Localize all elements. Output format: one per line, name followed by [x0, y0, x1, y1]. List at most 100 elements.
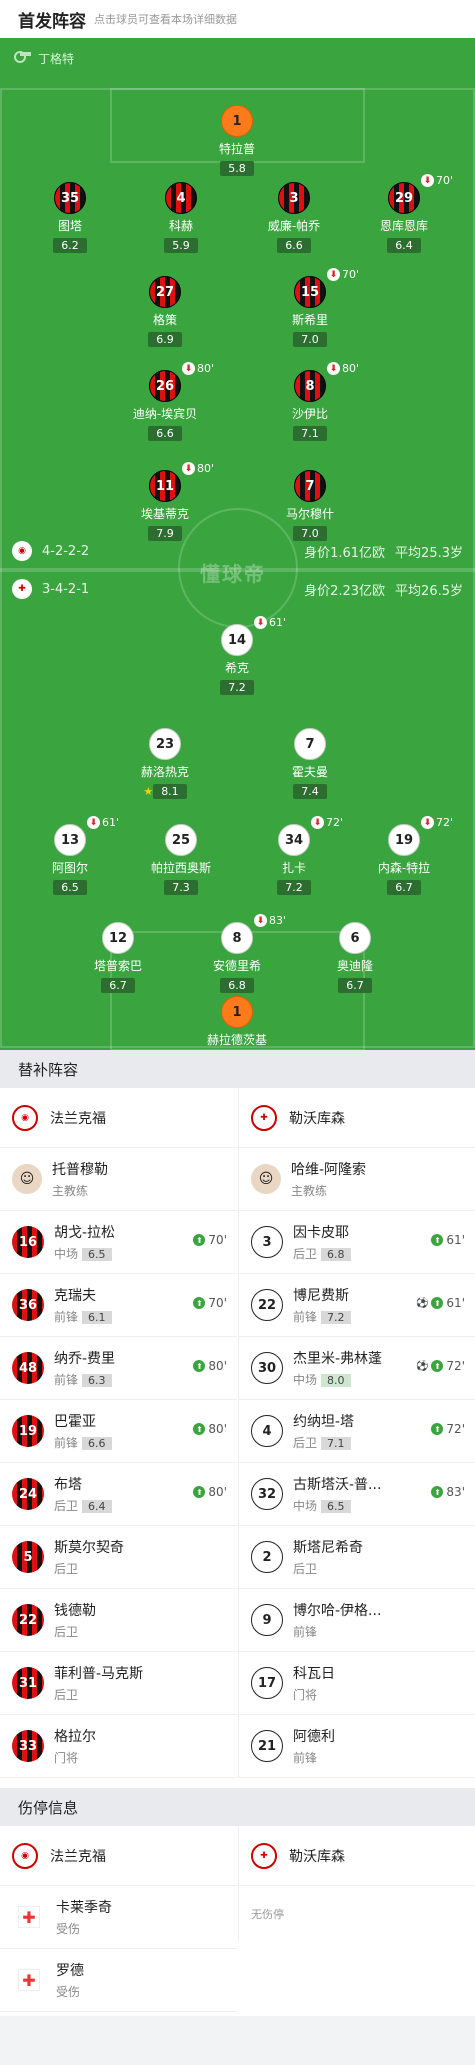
away-sub-row[interactable]: 30 杰里米-弗林蓬 中场 8.0 ⚽ ⬆ 72' [239, 1337, 475, 1400]
sub-on-indicator: ⬆ 61' [431, 1233, 465, 1247]
sub-time: 83' [269, 914, 287, 927]
coach-avatar: ☺ [251, 1164, 281, 1194]
sub-time: 70' [342, 268, 360, 281]
sub-off-indicator: ⬇ 80' [327, 362, 359, 375]
home-sub-row[interactable]: 16 胡戈-拉松 中场 6.5 ⬆ 70' [0, 1211, 237, 1274]
sub-off-indicator: ⬇ 61' [87, 816, 119, 829]
sub-arrow-icon: ⬇ [254, 914, 267, 927]
home-player[interactable]: 27 格策 6.9 [110, 276, 220, 347]
home-sub-row[interactable]: 31 菲利普-马克斯 后卫 [0, 1652, 237, 1715]
jersey-number: 33 [12, 1730, 44, 1762]
sub-time: 61' [102, 816, 120, 829]
away-formation: 3-4-2-1 [42, 581, 90, 597]
player-name: 科赫 [168, 219, 193, 233]
home-player[interactable]: 8 ⬇ 80' 沙伊比 7.1 [255, 362, 365, 441]
sub-arrow-icon: ⬆ [431, 1297, 444, 1309]
player-name: 内森-特拉 [377, 861, 431, 875]
away-player[interactable]: 1赫拉德茨基7.2 [182, 996, 292, 1050]
home-sub-row[interactable]: 36 克瑞夫 前锋 6.1 ⬆ 70' [0, 1274, 237, 1337]
player-rating: 7.2 [277, 880, 311, 895]
injury-row[interactable]: ✚ 罗德 受伤 [0, 1949, 237, 2012]
home-player[interactable]: 26 ⬇ 80' 迪纳-埃宾贝 6.6 [110, 362, 220, 441]
sub-arrow-icon: ⬇ [182, 462, 195, 475]
player-name: 赫洛热克 [140, 765, 189, 779]
goal-ball-icon: ⚽ [415, 1360, 429, 1372]
home-coach-row[interactable]: ☺ 托普穆勒 主教练 [0, 1148, 237, 1211]
player-name: 迪纳-埃宾贝 [132, 407, 198, 421]
coach-avatar: ☺ [12, 1164, 42, 1194]
home-player[interactable]: 4 科赫 5.9 [126, 182, 236, 253]
injuries-panel: ◉ 法兰克福 ✚ 卡莱季奇 受伤 ✚ 罗德 受伤 ✚ 勒沃库森 无伤停 [0, 1826, 475, 2016]
home-sub-row[interactable]: 48 纳乔-费里 前锋 6.3 ⬆ 80' [0, 1337, 237, 1400]
injury-row[interactable]: ✚ 卡莱季奇 受伤 [0, 1886, 237, 1949]
home-player[interactable]: 15 ⬇ 70' 斯希里 7.0 [255, 268, 365, 347]
away-player[interactable]: 25 帕拉西奥斯 7.3 [126, 824, 236, 895]
away-player[interactable]: 23 赫洛热克 ★ 8.1 [110, 728, 220, 799]
away-player[interactable]: 14 ⬇ 61' 希克 7.2 [182, 616, 292, 695]
home-player[interactable]: 11 ⬇ 80' 埃基蒂克 7.9 [110, 462, 220, 541]
home-player[interactable]: 3 威廉-帕乔 6.6 [239, 182, 349, 253]
player-position: 中场 [293, 1499, 318, 1513]
jersey-number: 27 [149, 276, 181, 308]
home-player[interactable]: 7 马尔穆什 7.0 [255, 470, 365, 541]
away-player[interactable]: 8 ⬇ 83' 安德里希 6.8 [182, 914, 292, 993]
away-sub-row[interactable]: 9 博尔哈-伊格... 前锋 [239, 1589, 475, 1652]
away-team-row[interactable]: ✚ 勒沃库森 [239, 1826, 475, 1886]
player-position: 后卫 [54, 1625, 79, 1639]
sub-off-indicator: ⬇ 83' [254, 914, 286, 927]
player-rating: 6.6 [148, 426, 182, 441]
player-rating: 7.4 [293, 784, 327, 799]
away-sub-row[interactable]: 21 阿德利 前锋 [239, 1715, 475, 1778]
home-sub-row[interactable]: 19 巴霍亚 前锋 6.6 ⬆ 80' [0, 1400, 237, 1463]
jersey-number: 21 [251, 1730, 283, 1762]
player-name: 古斯塔沃-普... [293, 1477, 382, 1493]
home-player[interactable]: 29 ⬇ 70' 恩库恩库 6.4 [349, 174, 459, 253]
medical-icon: ✚ [18, 1969, 40, 1991]
away-sub-row[interactable]: 22 博尼费斯 前锋 7.2 ⚽ ⬆ 61' [239, 1274, 475, 1337]
sub-arrow-icon: ⬇ [421, 816, 434, 829]
player-name: 希克 [224, 661, 249, 675]
away-player[interactable]: 12 塔普索巴 6.7 [63, 922, 173, 993]
leverkusen-logo-icon: ✚ [12, 579, 32, 599]
goal-ball-icon: ⚽ [415, 1297, 429, 1309]
away-sub-row[interactable]: 32 古斯塔沃-普... 中场 6.5 ⬆ 83' [239, 1463, 475, 1526]
injury-status: 受伤 [56, 1985, 81, 1999]
player-rating: 6.5 [82, 1248, 112, 1261]
home-sub-row[interactable]: 24 布塔 后卫 6.4 ⬆ 80' [0, 1463, 237, 1526]
home-sub-row[interactable]: 5 斯莫尔契奇 后卫 [0, 1526, 237, 1589]
player-name: 布塔 [54, 1477, 82, 1493]
away-player[interactable]: 7 霍夫曼 7.4 [255, 728, 365, 799]
away-player[interactable]: 19 ⬇ 72' 内森-特拉 6.7 [349, 816, 459, 895]
away-coach-row[interactable]: ☺ 哈维-阿隆索 主教练 [239, 1148, 475, 1211]
sub-time: 70' [208, 1233, 227, 1247]
away-player[interactable]: 34 ⬇ 72' 扎卡 7.2 [239, 816, 349, 895]
player-rating: 6.7 [101, 978, 135, 993]
away-sub-row[interactable]: 3 因卡皮耶 后卫 6.8 ⬆ 61' [239, 1211, 475, 1274]
away-team-row[interactable]: ✚ 勒沃库森 [239, 1088, 475, 1148]
player-name: 特拉普 [218, 142, 255, 156]
away-sub-row[interactable]: 17 科瓦日 门将 [239, 1652, 475, 1715]
home-sub-row[interactable]: 33 格拉尔 门将 [0, 1715, 237, 1778]
away-player[interactable]: 13 ⬇ 61' 阿图尔 6.5 [15, 816, 125, 895]
player-rating: 7.2 [321, 1311, 351, 1324]
whistle-icon [14, 51, 32, 66]
player-rating: 7.3 [164, 880, 198, 895]
home-player[interactable]: 1 特拉普 5.8 [182, 105, 292, 176]
player-rating: 6.9 [148, 332, 182, 347]
away-sub-row[interactable]: 4 约纳坦-塔 后卫 7.1 ⬆ 72' [239, 1400, 475, 1463]
jersey-number: 8 [221, 922, 253, 954]
player-position: 前锋 [54, 1373, 79, 1387]
home-team-row[interactable]: ◉ 法兰克福 [0, 1088, 237, 1148]
player-name: 菲利普-马克斯 [54, 1666, 144, 1682]
home-team-row[interactable]: ◉ 法兰克福 [0, 1826, 237, 1886]
home-sub-row[interactable]: 22 钱德勒 后卫 [0, 1589, 237, 1652]
player-name: 博尔哈-伊格... [293, 1603, 382, 1619]
away-sub-row[interactable]: 2 斯塔尼希奇 后卫 [239, 1526, 475, 1589]
away-player[interactable]: 6 奥迪隆 6.7 [300, 922, 410, 993]
sub-time: 70' [208, 1296, 227, 1310]
player-name: 胡戈-拉松 [54, 1225, 116, 1241]
sub-off-indicator: ⬇ 80' [182, 462, 214, 475]
home-player[interactable]: 35 图塔 6.2 [15, 182, 125, 253]
jersey-number: 16 [12, 1226, 44, 1258]
coach-name: 托普穆勒 [52, 1162, 108, 1178]
